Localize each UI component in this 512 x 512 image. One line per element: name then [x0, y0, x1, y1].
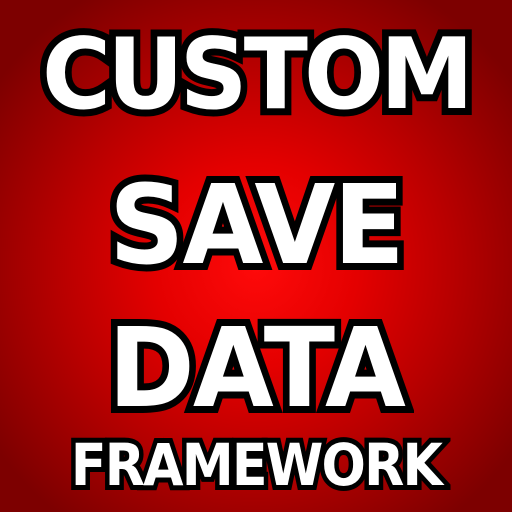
title-line-save: SAVE — [102, 161, 411, 289]
title-line-custom: CUSTOM — [35, 18, 480, 132]
title-line-framework: FRAMEWORK — [66, 431, 447, 499]
title-line-data: DATA — [101, 304, 412, 432]
title-card: CUSTOM SAVE DATA FRAMEWORK — [0, 0, 512, 512]
